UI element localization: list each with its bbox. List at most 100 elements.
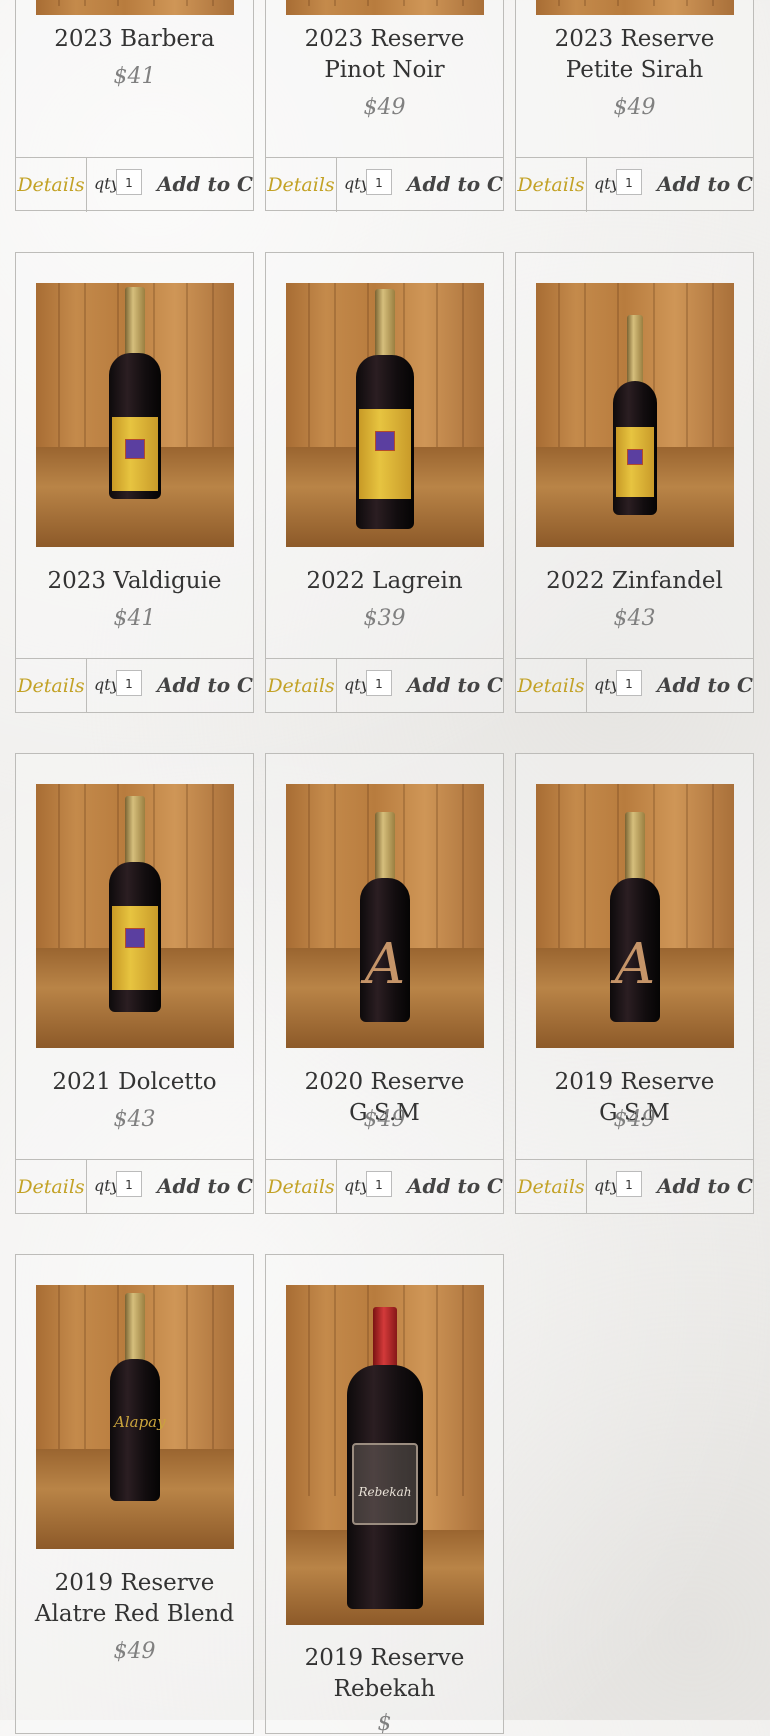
wine-bottle-image: A (360, 812, 410, 1022)
product-actions: Details qty 1 Add to Cart (16, 157, 253, 212)
wine-bottle-image (356, 289, 414, 529)
embossed-plate: Rebekah (352, 1443, 418, 1525)
add-to-cart-button[interactable]: Add to Cart (657, 158, 753, 210)
qty-input[interactable]: 1 (616, 1171, 642, 1197)
wood-grain (712, 283, 714, 447)
wood-grain (212, 1285, 214, 1449)
details-link[interactable]: Details (266, 1160, 337, 1214)
product-price: $39 (363, 606, 406, 631)
qty-input[interactable]: 1 (116, 1171, 142, 1197)
wood-grain (84, 0, 86, 6)
product-photo[interactable] (536, 0, 734, 15)
bottle-label (616, 427, 654, 497)
wood-grain (558, 0, 560, 6)
bottle-label (359, 409, 411, 499)
wood-grain (334, 784, 336, 948)
qty-input[interactable]: 1 (616, 670, 642, 696)
qty-input[interactable]: 1 (116, 169, 142, 195)
add-to-cart-button[interactable]: Add to Cart (407, 659, 503, 711)
wood-grain (58, 1285, 60, 1449)
product-photo[interactable]: A (536, 784, 734, 1048)
details-link[interactable]: Details (266, 158, 337, 212)
product-price: $49 (363, 95, 406, 120)
product-actions: Details qty 1 Add to Cart (16, 658, 253, 713)
product-name[interactable]: 2023 Barbera (16, 24, 253, 55)
qty-input[interactable]: 1 (366, 670, 392, 696)
product-card: 2022 Zinfandel $43 Details qty 1 Add to … (515, 252, 754, 713)
product-photo[interactable] (36, 283, 234, 547)
details-link[interactable]: Details (16, 1160, 87, 1214)
product-card: Alapay 2019 Reserve Alatre Red Blend $49 (15, 1254, 254, 1734)
details-link[interactable]: Details (16, 659, 87, 713)
wood-grain (84, 283, 86, 447)
details-link[interactable]: Details (516, 1160, 587, 1214)
wood-grain (403, 0, 405, 6)
wine-bottle-image (613, 315, 657, 515)
details-link[interactable]: Details (16, 158, 87, 212)
wood-grain (558, 283, 560, 447)
product-photo[interactable] (286, 283, 484, 547)
product-card: 2023 Reserve Petite Sirah $49 Details qt… (515, 0, 754, 212)
product-actions: Details qty 1 Add to Cart (516, 1159, 753, 1214)
product-name[interactable]: 2022 Zinfandel (516, 566, 753, 597)
wood-grain (212, 283, 214, 447)
product-photo[interactable] (36, 784, 234, 1048)
wood-grain (462, 283, 464, 447)
label-art (627, 449, 643, 465)
details-link[interactable]: Details (266, 659, 337, 713)
product-name[interactable]: 2019 Reserve Alatre Red Blend (16, 1568, 253, 1630)
wine-bottle-image (109, 796, 161, 1012)
qty-input[interactable]: 1 (116, 670, 142, 696)
product-name[interactable]: 2023 Reserve Petite Sirah (516, 24, 753, 86)
wood-grain (436, 283, 438, 447)
product-name[interactable]: 2021 Dolcetto (16, 1067, 253, 1098)
qty-input[interactable]: 1 (366, 1171, 392, 1197)
label-art (125, 439, 145, 459)
product-card: 2023 Barbera $41 Details qty 1 Add to Ca… (15, 0, 254, 212)
add-to-cart-button[interactable]: Add to Cart (657, 1160, 753, 1212)
bottle-neck (375, 289, 395, 361)
wood-grain (712, 784, 714, 948)
wood-grain (584, 283, 586, 447)
product-photo[interactable]: A (286, 784, 484, 1048)
details-link[interactable]: Details (516, 659, 587, 713)
product-name[interactable]: 2019 Reserve Rebekah (266, 1643, 503, 1705)
product-price: $41 (113, 64, 156, 89)
wood-grain (308, 283, 310, 447)
qty-input[interactable]: 1 (366, 169, 392, 195)
product-actions: Details qty 1 Add to Cart (266, 1159, 503, 1214)
details-link[interactable]: Details (516, 158, 587, 212)
wood-grain (308, 784, 310, 948)
product-price: $49 (363, 1107, 406, 1132)
qty-input[interactable]: 1 (616, 169, 642, 195)
wood-grain (686, 784, 688, 948)
add-to-cart-button[interactable]: Add to Cart (657, 659, 753, 711)
wood-grain (186, 0, 188, 6)
add-to-cart-button[interactable]: Add to Cart (157, 1160, 253, 1212)
wood-grain (653, 0, 655, 6)
product-photo[interactable] (286, 0, 484, 15)
product-name[interactable]: 2022 Lagrein (266, 566, 503, 597)
product-photo[interactable] (536, 283, 734, 547)
wood-grain (58, 784, 60, 948)
product-price: $49 (113, 1639, 156, 1664)
wood-grain (584, 0, 586, 6)
product-photo[interactable]: Alapay (36, 1285, 234, 1549)
add-to-cart-button[interactable]: Add to Cart (407, 158, 503, 210)
wine-bottle-image: Rebekah (347, 1307, 423, 1609)
product-actions: Details qty 1 Add to Cart (266, 157, 503, 212)
add-to-cart-button[interactable]: Add to Cart (407, 1160, 503, 1212)
product-photo[interactable] (36, 0, 234, 15)
bottle-neck (125, 1293, 145, 1365)
product-card: Rebekah 2019 Reserve Rebekah $ (265, 1254, 504, 1736)
product-card: 2023 Valdiguie $41 Details qty 1 Add to … (15, 252, 254, 713)
product-name[interactable]: 2023 Reserve Pinot Noir (266, 24, 503, 86)
product-photo[interactable]: Rebekah (286, 1285, 484, 1625)
wood-grain (186, 784, 188, 948)
add-to-cart-button[interactable]: Add to Cart (157, 659, 253, 711)
product-name[interactable]: 2023 Valdiguie (16, 566, 253, 597)
gold-print-label: Alapay (114, 1413, 166, 1431)
add-to-cart-button[interactable]: Add to Cart (157, 158, 253, 210)
wood-grain (186, 283, 188, 447)
bottle-label (112, 906, 158, 990)
